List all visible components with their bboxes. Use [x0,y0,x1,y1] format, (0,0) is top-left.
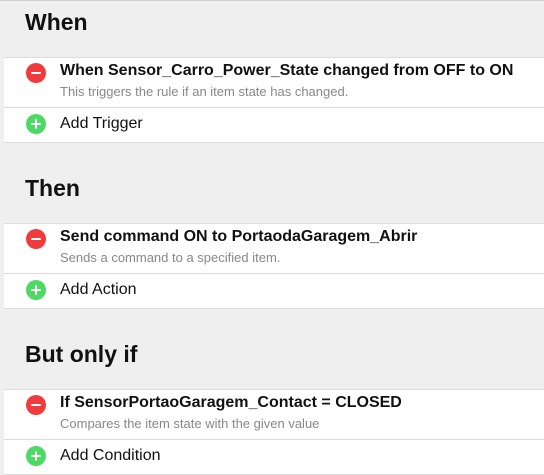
remove-trigger-icon[interactable] [26,63,46,83]
remove-condition-icon[interactable] [26,395,46,415]
add-action-button[interactable]: Add Action [4,274,544,308]
action-title: Send command ON to PortaodaGaragem_Abrir [60,228,418,245]
condition-item[interactable]: If SensorPortaoGaragem_Contact = CLOSED … [4,390,544,440]
add-action-icon[interactable] [26,280,46,300]
trigger-title: When Sensor_Carro_Power_State changed fr… [60,62,514,79]
section-title-then: Then [25,175,80,201]
add-trigger-button[interactable]: Add Trigger [4,108,544,142]
trigger-item[interactable]: When Sensor_Carro_Power_State changed fr… [4,58,544,108]
action-card: Send command ON to PortaodaGaragem_Abrir… [4,223,544,309]
section-title-conditions: But only if [25,341,138,367]
section-title-when: When [25,9,88,35]
condition-title: If SensorPortaoGaragem_Contact = CLOSED [60,394,402,411]
condition-description: Compares the item state with the given v… [60,416,320,431]
action-item[interactable]: Send command ON to PortaodaGaragem_Abrir… [4,224,544,274]
add-action-label: Add Action [60,281,137,298]
add-condition-icon[interactable] [26,446,46,466]
trigger-card: When Sensor_Carro_Power_State changed fr… [4,57,544,143]
add-condition-button[interactable]: Add Condition [4,440,544,474]
condition-card: If SensorPortaoGaragem_Contact = CLOSED … [4,389,544,475]
add-trigger-label: Add Trigger [60,115,143,132]
remove-action-icon[interactable] [26,229,46,249]
top-divider [0,0,544,1]
add-condition-label: Add Condition [60,447,161,464]
trigger-description: This triggers the rule if an item state … [60,84,349,99]
action-description: Sends a command to a specified item. [60,250,281,265]
add-trigger-icon[interactable] [26,114,46,134]
